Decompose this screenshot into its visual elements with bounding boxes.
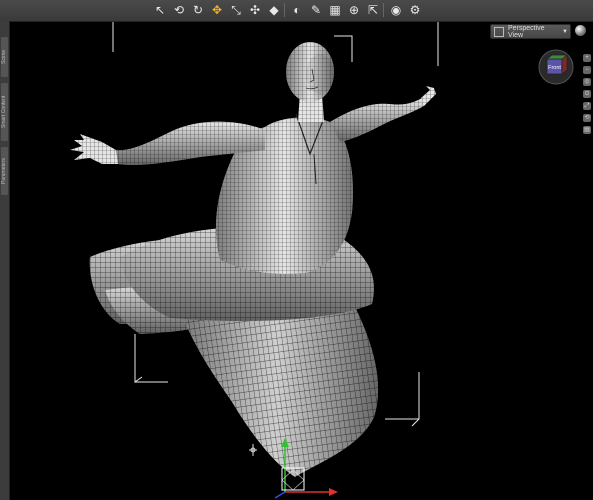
viewport-side-button[interactable]: ⤢: [583, 102, 591, 110]
scene-render: [70, 22, 439, 499]
manipulator-cursor-icon: [249, 444, 257, 456]
toolbar-separator: [383, 3, 384, 17]
viewport-side-button[interactable]: ▤: [583, 126, 591, 134]
view-cube[interactable]: Front: [538, 49, 574, 85]
viewport-side-button[interactable]: −: [583, 66, 591, 74]
tab-scene[interactable]: Scene: [1, 37, 8, 77]
view-cube-label: Front: [548, 65, 561, 71]
view-selector-dropdown[interactable]: Perspective View ▼: [490, 24, 571, 39]
3d-viewport[interactable]: Perspective View ▼ Front + − ◎ ⊙ ⤢ ⟲ ▤: [10, 22, 593, 500]
region-navigator-icon[interactable]: ▦: [327, 2, 343, 18]
main-toolbar: ↖ ⟲ ↻ ✥ ⤡ ✣ ◆ ◐ ✎ ▦ ⊕ ⇱ ◉ ⚙: [0, 0, 593, 22]
viewport-side-button[interactable]: ⊙: [583, 90, 591, 98]
spot-render-icon[interactable]: ⊕: [346, 2, 362, 18]
view-selector-label: Perspective View: [508, 24, 545, 39]
scale-tool-icon[interactable]: ⤡: [228, 2, 244, 18]
viewport-side-button[interactable]: +: [583, 54, 591, 62]
render-icon[interactable]: ◉: [388, 2, 404, 18]
geometry-editor-icon[interactable]: ◆: [266, 2, 282, 18]
left-panel-tab-strip: Scene Smart Content Parameters: [0, 21, 10, 500]
viewport-side-button[interactable]: ⟲: [583, 114, 591, 122]
translate-tool-icon[interactable]: ✥: [209, 2, 225, 18]
viewport-side-controls: + − ◎ ⊙ ⤢ ⟲ ▤: [583, 54, 592, 138]
viewport-layout-icon: [494, 26, 504, 37]
joint-editor-icon[interactable]: ✣: [247, 2, 263, 18]
node-weight-brush-icon[interactable]: ✎: [308, 2, 324, 18]
tab-smart-content[interactable]: Smart Content: [1, 83, 8, 141]
chevron-down-icon: ▼: [562, 28, 568, 35]
render-settings-icon[interactable]: ⚙: [407, 2, 423, 18]
active-pose-icon[interactable]: ⇱: [365, 2, 381, 18]
draw-style-sphere-icon[interactable]: [575, 25, 586, 36]
viewport-side-button[interactable]: ◎: [583, 78, 591, 86]
toolbar-separator: [284, 3, 285, 17]
pointer-tool-icon[interactable]: ↖: [152, 2, 168, 18]
tab-parameters[interactable]: Parameters: [1, 147, 8, 195]
rotate-tool-icon[interactable]: ↻: [190, 2, 206, 18]
surface-selection-icon[interactable]: ◐: [289, 2, 305, 18]
universal-tool-icon[interactable]: ⟲: [171, 2, 187, 18]
